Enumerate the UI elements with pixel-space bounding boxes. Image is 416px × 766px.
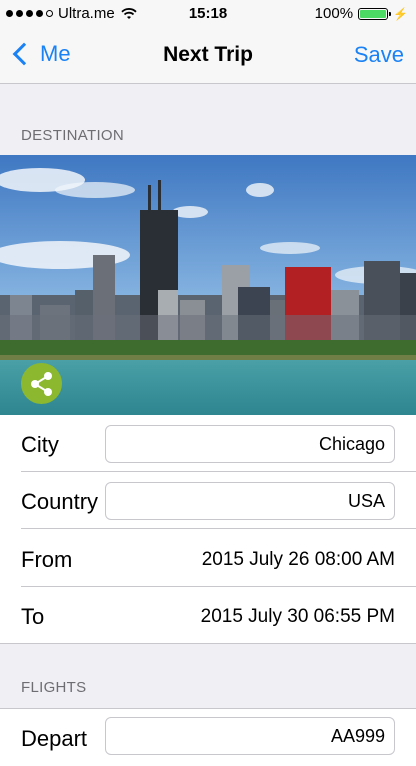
country-field[interactable]: USA: [105, 482, 395, 520]
country-label: Country: [21, 489, 99, 514]
city-field[interactable]: Chicago: [105, 425, 395, 463]
flights-section-header: FLIGHTS: [21, 679, 87, 696]
from-label: From: [21, 547, 73, 572]
row-divider: [0, 643, 416, 644]
save-button[interactable]: Save: [354, 42, 404, 68]
status-right: 100% ⚡: [315, 5, 408, 22]
from-date-value[interactable]: 2015 July 26 08:00 AM: [202, 549, 395, 571]
destination-section-header: DESTINATION: [21, 127, 125, 144]
country-row: Country USA: [0, 472, 416, 529]
from-row[interactable]: From 2015 July 26 08:00 AM: [0, 529, 416, 587]
share-icon: [31, 372, 52, 396]
battery-percentage: 100%: [314, 5, 354, 22]
depart-label: Depart: [21, 726, 88, 751]
charging-icon: ⚡: [393, 6, 408, 21]
status-bar: Ultra.me 15:18 100% ⚡: [0, 0, 416, 28]
battery-icon: [358, 7, 392, 20]
share-button[interactable]: [21, 363, 62, 404]
to-date-value[interactable]: 2015 July 30 06:55 PM: [201, 606, 395, 628]
to-row[interactable]: To 2015 July 30 06:55 PM: [0, 587, 416, 644]
navigation-bar: Me Next Trip Save: [0, 28, 416, 84]
depart-flight-field[interactable]: AA999: [105, 717, 395, 755]
destination-photo: [0, 155, 416, 415]
city-label: City: [21, 432, 59, 457]
depart-row: Depart AA999: [0, 708, 416, 766]
to-label: To: [21, 604, 45, 629]
city-row: City Chicago: [0, 415, 416, 472]
